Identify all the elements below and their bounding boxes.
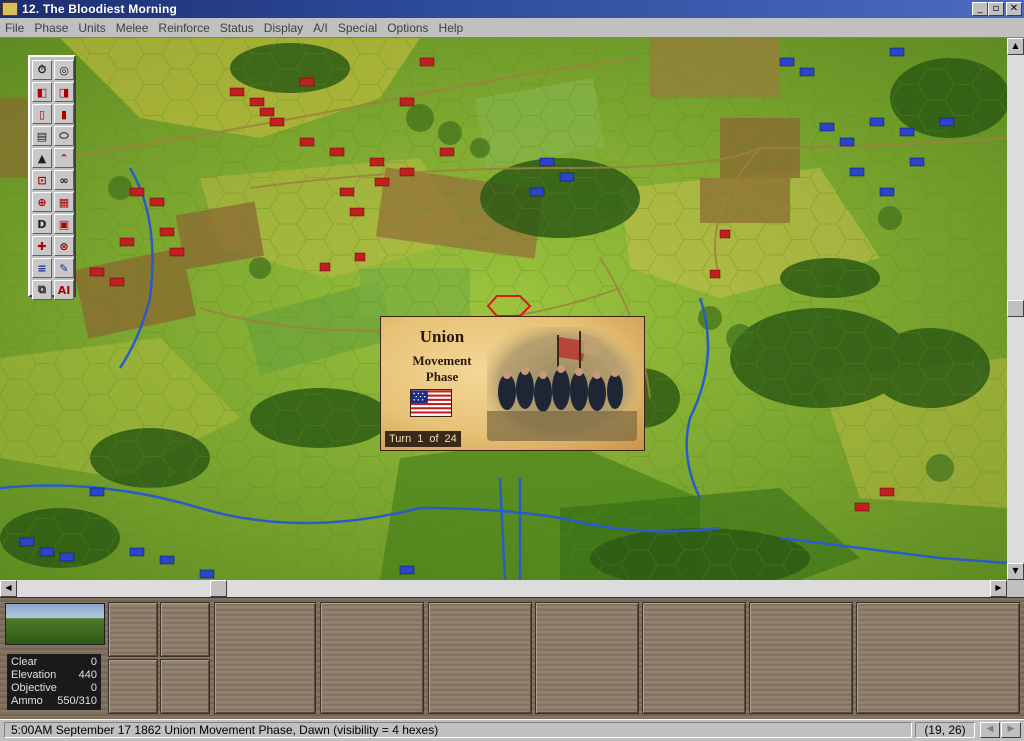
next-arrow-icon[interactable]: ▶ xyxy=(1001,722,1021,738)
flag-back-icon[interactable]: ◧ xyxy=(32,82,52,102)
unit-slot[interactable] xyxy=(108,602,158,657)
terrain-preview xyxy=(5,603,105,645)
unit-slot[interactable] xyxy=(428,602,532,714)
us-flag-icon[interactable]: ≡ xyxy=(32,258,52,278)
menu-units[interactable]: Units xyxy=(73,21,110,35)
unit-slot[interactable] xyxy=(749,602,853,714)
unit-panel: Clear 0 Elevation 440 Objective 0 Ammo 5… xyxy=(0,597,1024,719)
menu-status[interactable]: Status xyxy=(215,21,259,35)
crosshair-icon[interactable]: ⊕ xyxy=(32,192,52,212)
grid-icon[interactable]: ▦ xyxy=(54,192,74,212)
menu-bar: File Phase Units Melee Reinforce Status … xyxy=(0,18,1024,38)
unit-slot[interactable] xyxy=(108,659,158,714)
turn-current: 1 xyxy=(417,433,424,445)
stack-icon[interactable]: ▲ xyxy=(32,148,52,168)
turn-of: of xyxy=(429,433,439,445)
unit-slot[interactable] xyxy=(160,602,210,657)
soldiers-illustration xyxy=(487,327,637,441)
us-flag-icon xyxy=(410,389,452,417)
maximize-button[interactable]: ▫ xyxy=(988,2,1004,16)
title-bar: 12. The Bloodiest Morning _ ▫ ✕ xyxy=(0,0,1024,18)
phase-name-line1: Movement xyxy=(412,353,472,368)
scroll-left-icon[interactable]: ◀ xyxy=(0,580,17,597)
app-icon[interactable] xyxy=(2,2,18,16)
unit-slot[interactable] xyxy=(642,602,746,714)
menu-help[interactable]: Help xyxy=(434,21,469,35)
info-label: Ammo xyxy=(11,695,43,707)
ai-icon[interactable]: AI xyxy=(54,280,74,300)
command-toolbar: ⏱ ◎ ◧ ◨ ▯ ▮ ▤ ⬭ ▲ ⌃ ⊡ ∞ ⊕ ▦ D ▣ ✚ ⊗ ≡ ✎ … xyxy=(28,55,76,300)
unit-slot[interactable] xyxy=(160,659,210,714)
horizontal-scroll-thumb[interactable] xyxy=(210,580,227,597)
terrain-info: Clear 0 Elevation 440 Objective 0 Ammo 5… xyxy=(7,654,101,710)
info-row-objective: Objective 0 xyxy=(11,682,97,695)
copy-icon[interactable]: ⧉ xyxy=(32,280,52,300)
layers-icon[interactable]: ▣ xyxy=(54,214,74,234)
roof-icon[interactable]: ⌃ xyxy=(54,148,74,168)
battle-map[interactable] xyxy=(0,38,1007,580)
info-label: Elevation xyxy=(11,669,57,681)
vertical-scrollbar[interactable]: ▲ ▼ xyxy=(1007,38,1024,580)
menu-display[interactable]: Display xyxy=(259,21,308,35)
flag-next-icon[interactable]: ◨ xyxy=(54,82,74,102)
status-message: 5:00AM September 17 1862 Union Movement … xyxy=(4,722,912,738)
info-row-elevation: Elevation 440 xyxy=(11,669,97,682)
oval-icon[interactable]: ⬭ xyxy=(54,126,74,146)
document-icon[interactable]: ▤ xyxy=(32,126,52,146)
phase-name: Movement Phase xyxy=(389,353,495,385)
unit-slot[interactable] xyxy=(320,602,424,714)
menu-phase[interactable]: Phase xyxy=(29,21,73,35)
info-label: Clear xyxy=(11,656,38,668)
unit-slot[interactable] xyxy=(214,602,316,714)
clock-icon[interactable]: ⏱ xyxy=(32,60,52,80)
menu-reinforce[interactable]: Reinforce xyxy=(153,21,214,35)
hex-coordinates: (19, 26) xyxy=(915,722,975,738)
unit-next-icon[interactable]: ▮ xyxy=(54,104,74,124)
unit-slot[interactable] xyxy=(856,602,1020,714)
prev-arrow-icon[interactable]: ◀ xyxy=(980,722,1000,738)
vertical-scroll-thumb[interactable] xyxy=(1007,300,1024,317)
menu-ai[interactable]: A/I xyxy=(308,21,333,35)
info-value: 550/310 xyxy=(57,695,97,707)
turn-total: 24 xyxy=(444,433,457,445)
phase-name-line2: Phase xyxy=(425,369,459,384)
pen-icon[interactable]: ✎ xyxy=(54,258,74,278)
status-bar: 5:00AM September 17 1862 Union Movement … xyxy=(0,719,1024,741)
minimize-button[interactable]: _ xyxy=(972,2,988,16)
unit-slot[interactable] xyxy=(535,602,639,714)
scroll-up-icon[interactable]: ▲ xyxy=(1007,38,1024,55)
map-terrain xyxy=(0,38,1007,580)
scrollbar-corner xyxy=(1007,580,1024,597)
info-value: 0 xyxy=(90,682,97,694)
menu-options[interactable]: Options xyxy=(382,21,433,35)
d-icon[interactable]: D xyxy=(32,214,52,234)
info-row-ammo: Ammo 550/310 xyxy=(11,695,97,708)
lock-icon[interactable]: ⊡ xyxy=(32,170,52,190)
phase-faction: Union xyxy=(419,327,465,346)
menu-file[interactable]: File xyxy=(0,21,29,35)
horizontal-scrollbar[interactable]: ◀ ▶ xyxy=(0,580,1007,597)
target-icon[interactable]: ⊗ xyxy=(54,236,74,256)
menu-special[interactable]: Special xyxy=(333,21,382,35)
move-icon[interactable]: ✚ xyxy=(32,236,52,256)
info-value: 440 xyxy=(78,669,97,681)
scroll-down-icon[interactable]: ▼ xyxy=(1007,563,1024,580)
info-value: 0 xyxy=(90,656,97,668)
compass-icon[interactable]: ◎ xyxy=(54,60,74,80)
phase-dialog[interactable]: Union Movement Phase Turn 1 of 24 xyxy=(380,316,645,451)
turn-counter: Turn 1 of 24 xyxy=(385,431,461,447)
menu-melee[interactable]: Melee xyxy=(111,21,154,35)
info-row-clear: Clear 0 xyxy=(11,656,97,669)
scroll-right-icon[interactable]: ▶ xyxy=(990,580,1007,597)
close-button[interactable]: ✕ xyxy=(1006,2,1022,16)
binoculars-icon[interactable]: ∞ xyxy=(54,170,74,190)
turn-label: Turn xyxy=(389,433,412,445)
unit-prev-icon[interactable]: ▯ xyxy=(32,104,52,124)
info-label: Objective xyxy=(11,682,57,694)
window-title: 12. The Bloodiest Morning xyxy=(22,2,178,16)
